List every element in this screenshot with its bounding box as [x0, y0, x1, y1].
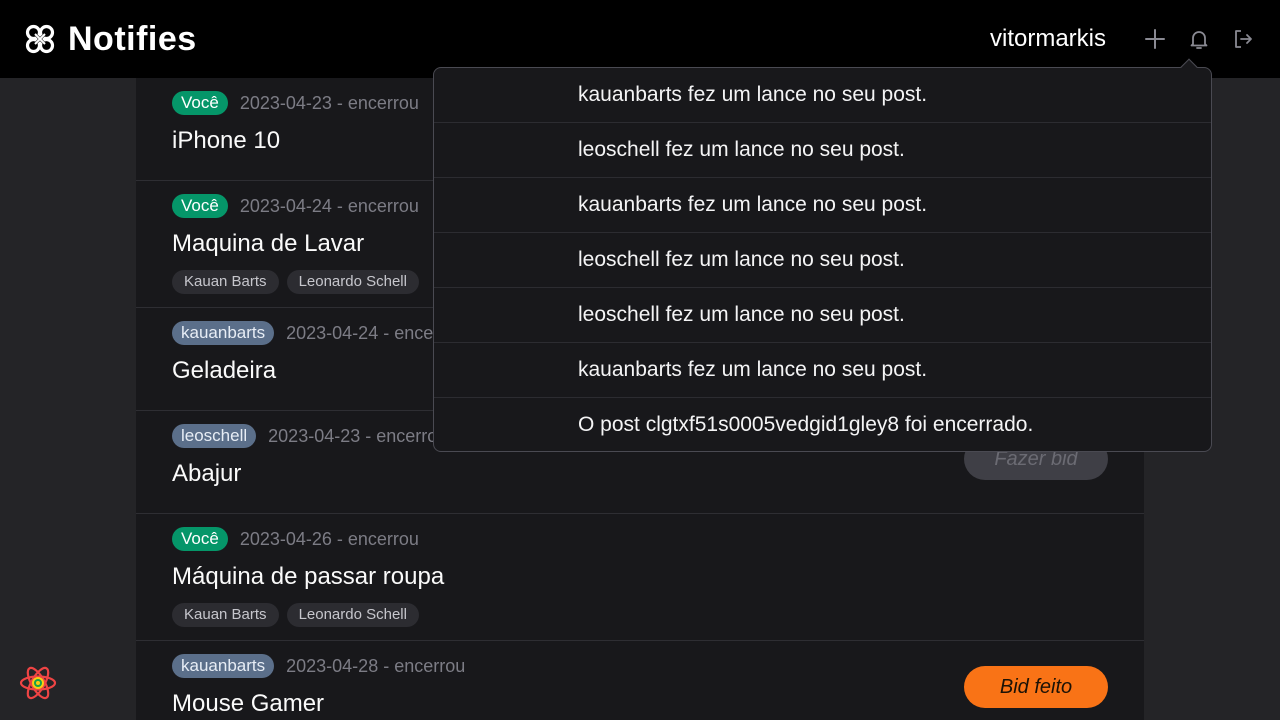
post-date: 2023-04-28 - encerrou [286, 655, 466, 676]
post-date: 2023-04-26 - encerrou [239, 528, 419, 549]
notification-item[interactable]: leoschell fez um lance no seu post. [434, 288, 1211, 343]
app-logo[interactable]: Notifies [24, 20, 197, 59]
post-date: 2023-04-24 - encerrou [239, 195, 419, 216]
author-badge[interactable]: Você [172, 91, 228, 115]
bell-icon [1190, 31, 1208, 49]
author-badge[interactable]: leoschell [172, 424, 257, 448]
notification-item[interactable]: leoschell fez um lance no seu post. [434, 233, 1211, 288]
bidder-tag: Kauan Barts [172, 603, 279, 627]
bidder-tag: Kauan Barts [172, 270, 279, 294]
bidder-tag: Leonardo Schell [286, 603, 419, 627]
author-badge[interactable]: kauanbarts [172, 654, 275, 678]
notifications-dropdown: kauanbarts fez um lance no seu post. leo… [433, 67, 1212, 452]
post-card[interactable]: Você 2023-04-26 - encerrou Máquina de pa… [136, 514, 1144, 641]
devtools-toggle-button[interactable] [18, 663, 58, 703]
notification-item[interactable]: kauanbarts fez um lance no seu post. [434, 343, 1211, 398]
notification-item[interactable]: leoschell fez um lance no seu post. [434, 123, 1211, 178]
notification-item[interactable]: kauanbarts fez um lance no seu post. [434, 178, 1211, 233]
bid-done-button[interactable]: Bid feito [964, 666, 1108, 708]
username-label[interactable]: vitormarkis [990, 25, 1106, 53]
post-card[interactable]: kauanbarts 2023-04-28 - encerrou Mouse G… [136, 641, 1144, 720]
logout-button[interactable] [1230, 26, 1256, 52]
app-title: Notifies [68, 19, 197, 58]
clover-icon [25, 24, 55, 54]
author-badge[interactable]: Você [172, 527, 228, 551]
notification-item[interactable]: kauanbarts fez um lance no seu post. [434, 68, 1211, 123]
bidder-tags: Kauan Barts Leonardo Schell [172, 603, 1144, 627]
post-title: Máquina de passar roupa [172, 563, 445, 590]
notifications-button[interactable] [1186, 26, 1212, 52]
react-query-devtools-icon [19, 666, 57, 700]
post-date: 2023-04-23 - encerrou [268, 425, 448, 446]
bidder-tag: Leonardo Schell [286, 270, 419, 294]
author-badge[interactable]: kauanbarts [172, 321, 275, 345]
add-post-button[interactable] [1142, 26, 1168, 52]
plus-icon [1145, 29, 1165, 49]
logout-icon [1235, 30, 1252, 48]
post-date: 2023-04-23 - encerrou [239, 92, 419, 113]
notification-item[interactable]: O post clgtxf51s0005vedgid1gley8 foi enc… [434, 398, 1211, 451]
author-badge[interactable]: Você [172, 194, 228, 218]
